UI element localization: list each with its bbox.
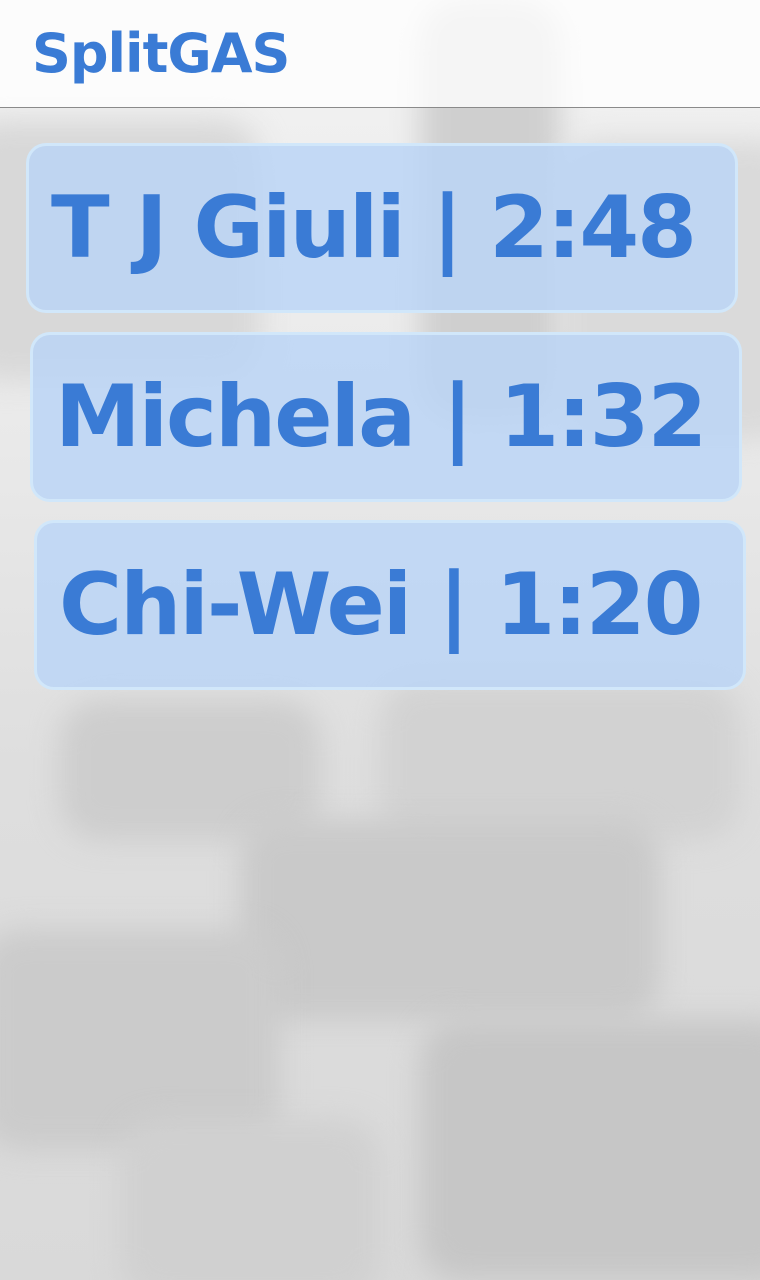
- split-entry-label: Michela | 1:32: [55, 367, 707, 467]
- split-entry[interactable]: T J Giuli | 2:48: [26, 143, 738, 313]
- split-entry-label: Chi-Wei | 1:20: [59, 555, 703, 655]
- app-header: SplitGAS: [0, 0, 760, 108]
- app-title: SplitGAS: [32, 22, 290, 85]
- split-entry[interactable]: Michela | 1:32: [30, 332, 742, 502]
- split-entry[interactable]: Chi-Wei | 1:20: [34, 520, 746, 690]
- split-entry-label: T J Giuli | 2:48: [51, 178, 697, 278]
